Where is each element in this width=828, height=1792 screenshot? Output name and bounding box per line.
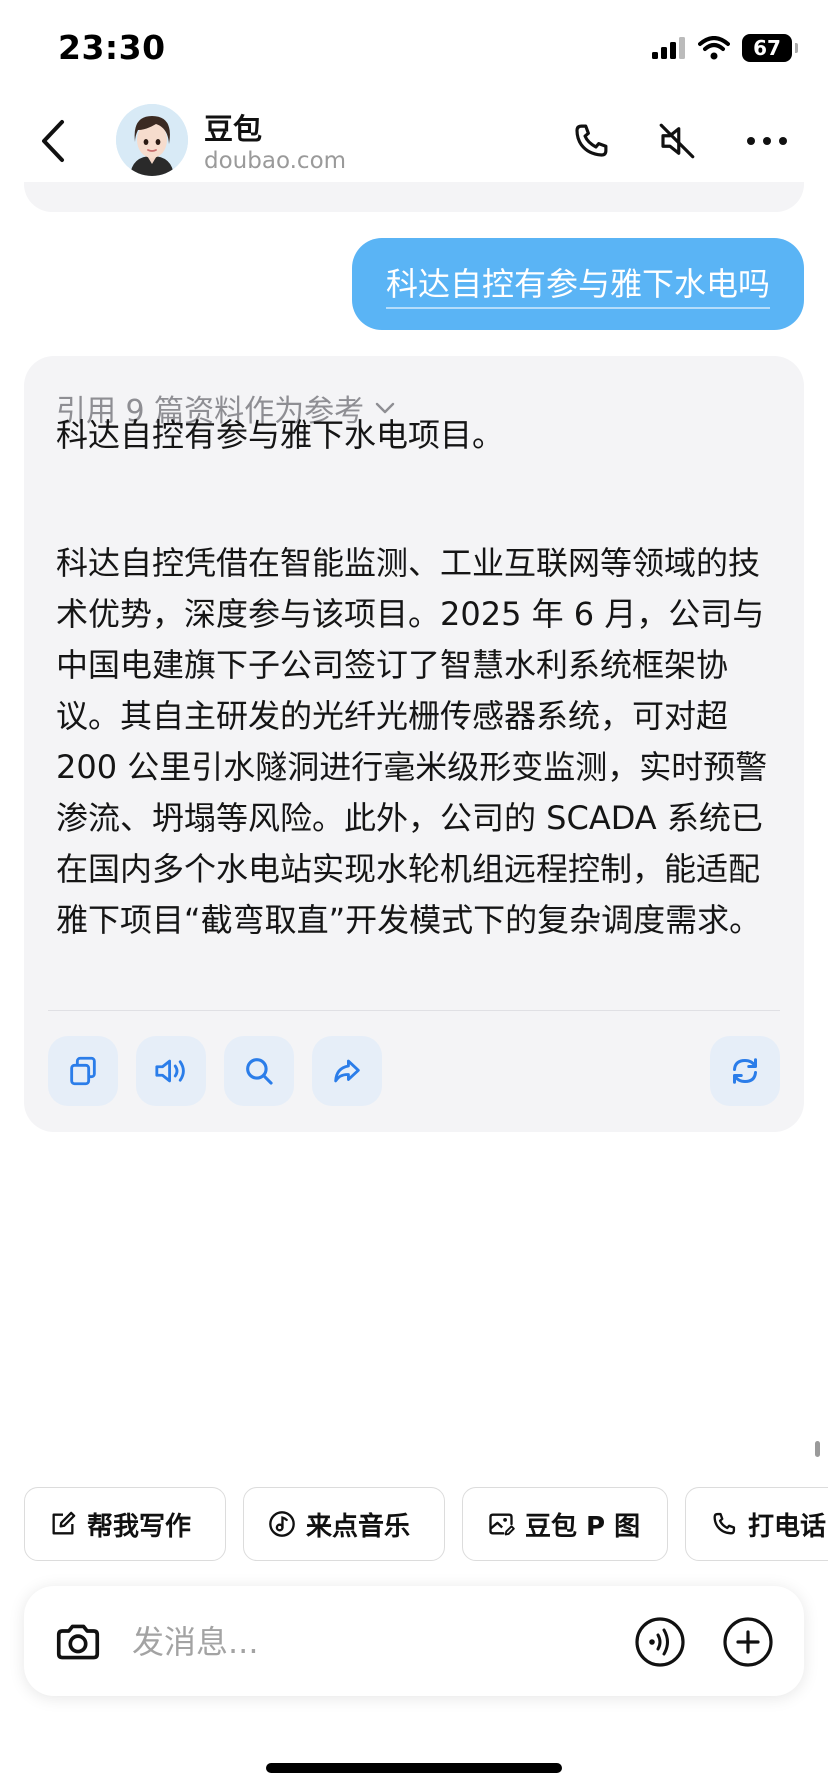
message-input[interactable] — [132, 1616, 552, 1668]
quick-action-label: 帮我写作 — [87, 1511, 192, 1542]
quick-action-label: 打电话 — [748, 1511, 827, 1542]
search-icon — [246, 1058, 273, 1085]
quick-actions: 帮我写作 来点音乐 豆包 P 图 打电话 — [24, 1487, 828, 1561]
edit-icon — [52, 1511, 76, 1535]
divider — [48, 1010, 780, 1011]
status-icons: 67 — [652, 34, 798, 62]
speaker-icon — [155, 1059, 185, 1083]
avatar-image — [116, 104, 188, 176]
refresh-icon — [733, 1058, 757, 1084]
back-button[interactable] — [28, 114, 78, 168]
regenerate-button[interactable] — [710, 1036, 780, 1106]
music-icon — [269, 1511, 295, 1537]
copy-button[interactable] — [48, 1036, 118, 1106]
status-bar: 23:30 67 — [0, 0, 828, 100]
avatar[interactable] — [116, 104, 188, 176]
home-indicator[interactable] — [266, 1763, 562, 1773]
signal-icon — [652, 37, 685, 59]
reply-paragraph: 科达自控有参与雅下水电项目。 — [56, 416, 505, 454]
voice-input-button[interactable] — [634, 1616, 686, 1668]
plus-icon — [723, 1617, 773, 1667]
user-message-text: 科达自控有参与雅下水电吗 — [385, 259, 770, 309]
wifi-icon — [698, 36, 730, 60]
quick-action-write[interactable]: 帮我写作 — [24, 1487, 226, 1561]
chat-title: 豆包 — [204, 112, 263, 146]
camera-icon — [56, 1624, 100, 1660]
mute-icon — [659, 123, 695, 159]
reply-paragraph: 科达自控凭借在智能监测、工业互联网等领域的技术优势，深度参与该项目。2025 年… — [56, 544, 768, 939]
voice-icon — [635, 1617, 685, 1667]
status-time: 23:30 — [58, 28, 166, 67]
scroll-indicator[interactable] — [815, 1441, 820, 1457]
quick-action-call[interactable]: 打电话 — [685, 1487, 828, 1561]
chat-header: 豆包 doubao.com — [0, 100, 828, 182]
add-button[interactable] — [722, 1616, 774, 1668]
quick-action-music[interactable]: 来点音乐 — [243, 1487, 445, 1561]
camera-button[interactable] — [52, 1616, 104, 1668]
share-button[interactable] — [312, 1036, 382, 1106]
call-button[interactable] — [566, 116, 616, 166]
copy-icon — [70, 1056, 96, 1086]
assistant-reply-card: 引用 9 篇资料作为参考 科达自控有参与雅下水电项目。 科达自控凭借在智能监测、… — [24, 356, 804, 1132]
quick-action-label: 来点音乐 — [306, 1511, 411, 1542]
phone-icon — [575, 124, 608, 157]
share-icon — [334, 1059, 360, 1083]
back-icon — [42, 120, 64, 162]
more-icon — [747, 137, 787, 145]
mute-button[interactable] — [652, 116, 702, 166]
search-button[interactable] — [224, 1036, 294, 1106]
image-edit-icon — [489, 1513, 515, 1536]
message-composer — [24, 1586, 804, 1696]
user-message-bubble[interactable]: 科达自控有参与雅下水电吗 — [351, 238, 804, 330]
read-aloud-button[interactable] — [136, 1036, 206, 1106]
chat-subtitle: doubao.com — [204, 148, 347, 174]
quick-action-label: 豆包 P 图 — [525, 1511, 641, 1542]
quick-action-image-edit[interactable]: 豆包 P 图 — [462, 1487, 668, 1561]
more-button[interactable] — [742, 116, 792, 166]
phone-icon — [713, 1512, 736, 1535]
battery-indicator: 67 — [742, 34, 798, 62]
